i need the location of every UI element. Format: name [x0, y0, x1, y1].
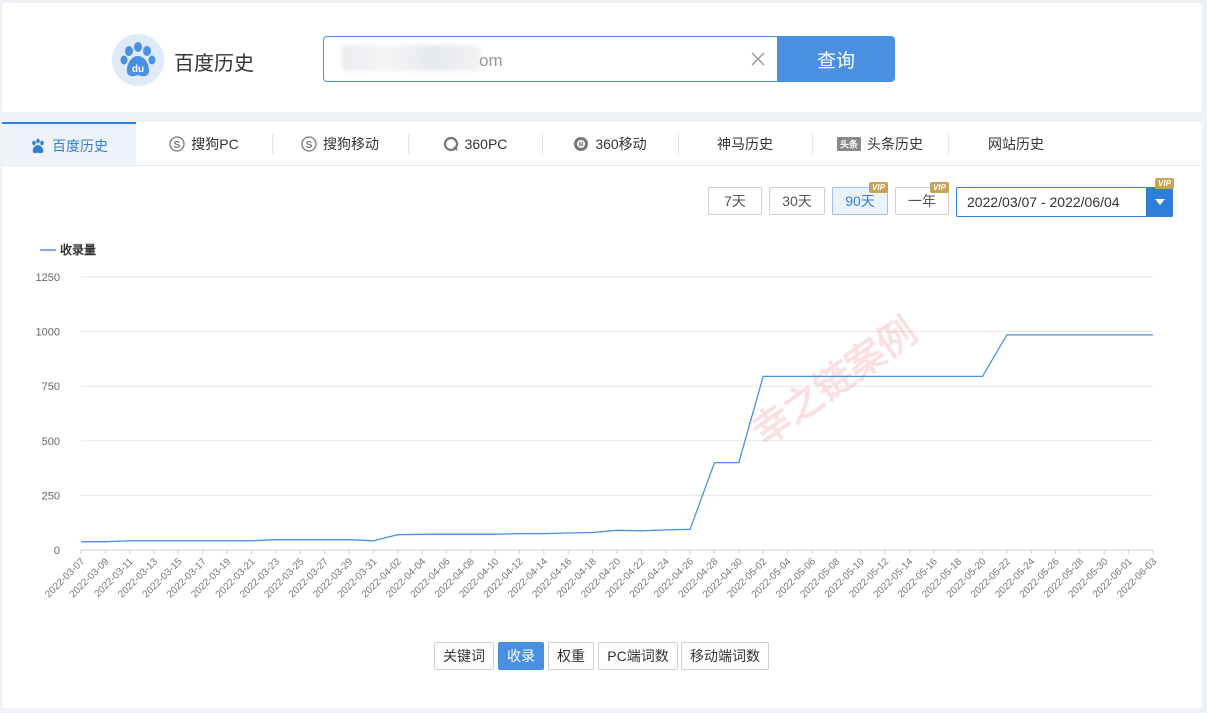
metric-label: 权重	[557, 648, 585, 664]
baidu-logo: du	[112, 34, 164, 86]
logo-text: du	[132, 64, 144, 75]
header-card: du 百度历史 om 查询	[2, 3, 1202, 112]
metric-label: PC端词数	[607, 648, 669, 664]
metric-label: 移动端词数	[690, 648, 760, 664]
watermark: 幸之链案例	[744, 309, 925, 454]
metric-label: 收录	[507, 648, 535, 664]
search-input[interactable]: om	[323, 36, 777, 82]
paw-icon: du	[120, 42, 156, 77]
main-card: 百度历史 S 搜狗PC S 搜狗移动 360PC M 360移动 神马历史 头条…	[2, 122, 1202, 708]
legend-label: 收录量	[60, 242, 96, 257]
clear-icon[interactable]	[749, 50, 767, 68]
series-line	[81, 334, 1153, 543]
redacted-domain	[342, 45, 480, 71]
metric-pc-words-button[interactable]: PC端词数	[598, 642, 678, 670]
y-tick-label: 250	[42, 490, 60, 502]
y-tick-label: 500	[42, 436, 60, 448]
y-tick-label: 1000	[36, 327, 60, 339]
y-tick-label: 1250	[36, 272, 60, 284]
metric-mobile-words-button[interactable]: 移动端词数	[681, 642, 769, 670]
chart-legend: 收录量	[40, 242, 96, 257]
search-value: om	[479, 51, 503, 70]
brand-title: 百度历史	[174, 53, 254, 75]
metric-index-button[interactable]: 收录	[498, 642, 544, 670]
y-tick-label: 750	[42, 381, 60, 393]
line-chart: 025050075010001250 2022-03-072022-03-092…	[36, 242, 1160, 600]
metric-label: 关键词	[443, 648, 485, 664]
metric-keywords-button[interactable]: 关键词	[434, 642, 494, 670]
search-button[interactable]: 查询	[777, 36, 895, 82]
metric-weight-button[interactable]: 权重	[548, 642, 594, 670]
y-tick-label: 0	[54, 545, 60, 557]
